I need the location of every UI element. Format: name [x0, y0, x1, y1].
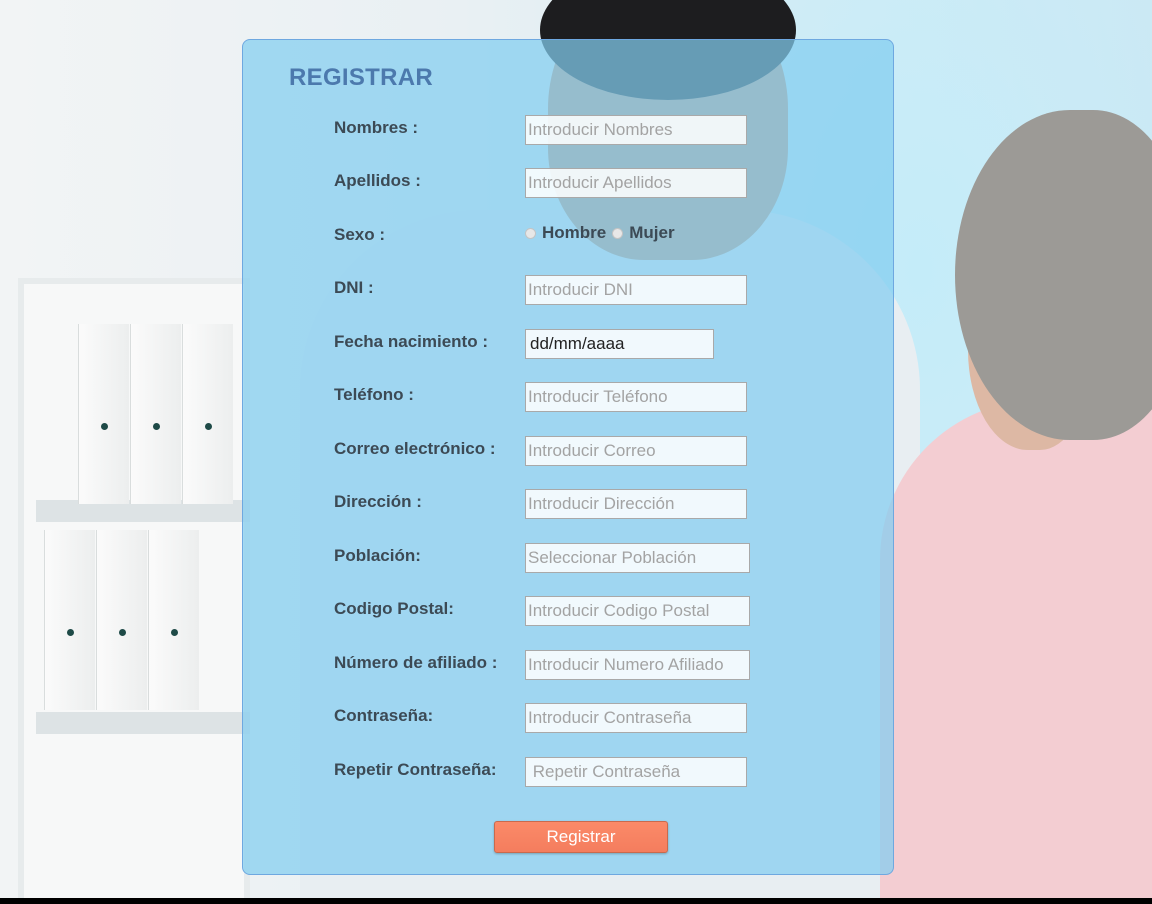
codigo-postal-input[interactable] [525, 596, 750, 626]
footer-bar [0, 898, 1152, 904]
telefono-row: Teléfono : [334, 382, 854, 417]
sexo-row: Sexo : Hombre Mujer [334, 223, 854, 257]
correo-row: Correo electrónico : [334, 436, 854, 471]
registrar-button[interactable]: Registrar [494, 821, 668, 853]
hombre-label: Hombre [542, 223, 607, 242]
patient-body [880, 400, 1152, 904]
repetir-row: Repetir Contraseña: [334, 757, 854, 792]
registration-form: REGISTRAR Nombres : Apellidos : Sexo : H… [242, 39, 894, 875]
mujer-radio[interactable] [612, 227, 624, 239]
contrasena-row: Contraseña: [334, 703, 854, 738]
binder [44, 530, 95, 710]
codigo-postal-row: Codigo Postal: [334, 596, 854, 631]
poblacion-label: Población: [334, 546, 421, 565]
binder [182, 324, 233, 504]
dni-label: DNI : [334, 278, 374, 297]
nombres-row: Nombres : [334, 115, 854, 150]
repetir-contrasena-input[interactable] [525, 757, 747, 787]
correo-input[interactable] [525, 436, 747, 466]
afiliado-label: Número de afiliado : [334, 653, 498, 672]
fecha-row: Fecha nacimiento : [334, 329, 854, 364]
sexo-label: Sexo : [334, 225, 386, 244]
binder [78, 324, 129, 504]
afiliado-input[interactable] [525, 650, 750, 680]
binder [130, 324, 181, 504]
repetir-label: Repetir Contraseña: [334, 760, 497, 779]
direccion-input[interactable] [525, 489, 747, 519]
nombres-label: Nombres : [334, 118, 419, 137]
nombres-input[interactable] [525, 115, 747, 145]
fecha-label: Fecha nacimiento : [334, 332, 488, 351]
apellidos-row: Apellidos : [334, 168, 854, 203]
contrasena-label: Contraseña: [334, 706, 434, 725]
binder [148, 530, 199, 710]
direccion-label: Dirección : [334, 492, 422, 511]
sexo-radio-group: Hombre Mujer [525, 221, 681, 245]
codigo-postal-label: Codigo Postal: [334, 599, 454, 618]
dni-row: DNI : [334, 275, 854, 310]
telefono-input[interactable] [525, 382, 747, 412]
poblacion-row: Población: [334, 543, 854, 578]
binder [96, 530, 147, 710]
apellidos-label: Apellidos : [334, 171, 421, 190]
apellidos-input[interactable] [525, 168, 747, 198]
shelf-board [36, 712, 250, 734]
hombre-radio[interactable] [525, 227, 536, 239]
form-title: REGISTRAR [289, 64, 434, 91]
direccion-row: Dirección : [334, 489, 854, 524]
afiliado-row: Número de afiliado : [334, 650, 854, 685]
dni-input[interactable] [525, 275, 747, 305]
fecha-nacimiento-input[interactable] [525, 329, 714, 359]
poblacion-select[interactable] [525, 543, 750, 573]
mujer-label: Mujer [629, 223, 675, 242]
correo-label: Correo electrónico : [334, 439, 496, 458]
telefono-label: Teléfono : [334, 385, 414, 404]
contrasena-input[interactable] [525, 703, 747, 733]
